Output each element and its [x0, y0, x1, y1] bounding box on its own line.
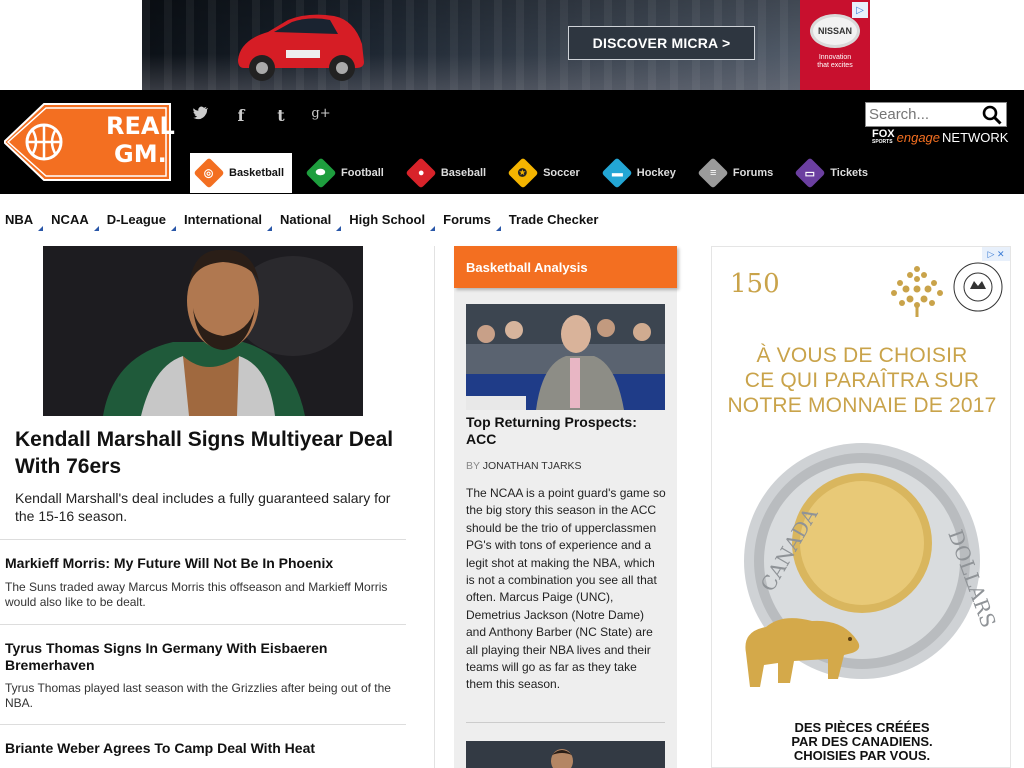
hero-image[interactable] [43, 246, 363, 416]
tumblr-icon[interactable]: t [270, 106, 292, 125]
royal-canadian-mint-seal [953, 262, 1003, 312]
network-text: NETWORK [942, 130, 1009, 145]
twitter-icon[interactable] [190, 106, 212, 125]
fox-engage-network[interactable]: FOX SPORTS engage NETWORK [872, 128, 1009, 146]
tab-label: Soccer [543, 167, 580, 179]
toonie-coin-image: CANADA DOLLARS [744, 443, 1001, 687]
tab-tickets[interactable]: ▭ Tickets [791, 153, 876, 193]
dropdown-arrow-icon [430, 225, 436, 231]
tab-label: Football [341, 167, 384, 179]
canada-150-logo: 150 [730, 269, 780, 299]
basketball-icon: ◎ [193, 157, 225, 189]
royal-canadian-mint-ad[interactable]: ▷ ✕ 150 À VOUS DE CHOISIR CE QUI PARAÎTR… [711, 246, 1011, 768]
story-item[interactable]: Markieff Morris: My Future Will Not Be I… [0, 539, 406, 625]
tab-baseball[interactable]: ● Baseball [402, 153, 494, 193]
story-title[interactable]: Tyrus Thomas Signs In Germany With Eisba… [5, 640, 395, 674]
analysis-divider [466, 722, 665, 723]
ad-footer-text: DES PIÈCES CRÉÉES PAR DES CANADIENS. CHO… [791, 720, 933, 763]
forums-icon: ≡ [697, 157, 729, 189]
coach-photo [466, 304, 665, 410]
analysis-author[interactable]: JONATHAN TJARKS [483, 460, 582, 472]
adchoices-icon[interactable]: ▷ [852, 2, 868, 18]
tab-basketball[interactable]: ◎ Basketball [190, 153, 293, 193]
soccer-icon: ✪ [507, 157, 539, 189]
story-title[interactable]: Markieff Morris: My Future Will Not Be I… [5, 555, 395, 572]
story-description: Tyrus Thomas played last season with the… [5, 681, 391, 710]
tab-label: Hockey [636, 167, 676, 179]
search-box [865, 102, 1007, 127]
tab-forums[interactable]: ≡ Forums [694, 153, 781, 193]
top-banner-ad[interactable]: DISCOVER MICRA > NISSAN Innovation that … [142, 0, 870, 90]
sub-navigation: NBA NCAA D-League International National… [0, 194, 1024, 244]
analysis-image[interactable] [466, 304, 665, 410]
ad-tagline-2: that excites [817, 62, 853, 69]
subnav-high-school[interactable]: High School [349, 212, 436, 231]
search-icon[interactable] [982, 105, 1002, 125]
tab-label: Tickets [830, 167, 868, 179]
facebook-icon[interactable]: f [230, 106, 252, 125]
ad-headline: À VOUS DE CHOISIR CE QUI PARAÎTRA SUR NO… [727, 344, 997, 417]
tab-hockey[interactable]: ▬ Hockey [598, 153, 684, 193]
tab-football[interactable]: ⬬ Football [302, 153, 392, 193]
search-input[interactable] [866, 103, 981, 126]
player-photo [43, 246, 363, 416]
tab-label: Forums [732, 167, 774, 179]
player-photo-2 [466, 741, 665, 768]
hero-title[interactable]: Kendall Marshall Signs Multiyear Deal Wi… [15, 426, 415, 480]
subnav-nba[interactable]: NBA [5, 212, 44, 231]
column-divider [434, 246, 435, 768]
analysis-title[interactable]: Top Returning Prospects: ACC [466, 414, 666, 448]
dropdown-arrow-icon [336, 225, 342, 231]
tab-label: Baseball [440, 167, 487, 179]
subnav-d-league[interactable]: D-League [107, 212, 176, 231]
story-item[interactable]: Tyrus Thomas Signs In Germany With Eisba… [0, 624, 406, 724]
sport-tabs: ◎ Basketball ⬬ Football ● Baseball ✪ Soc… [190, 153, 886, 193]
engage-text: engage [896, 130, 941, 145]
subnav-national[interactable]: National [280, 212, 342, 231]
social-links: f t g+ [190, 106, 332, 125]
hero-description: Kendall Marshall's deal includes a fully… [15, 490, 391, 524]
story-description: The Suns traded away Marcus Morris this … [5, 580, 388, 609]
nissan-logo: NISSAN [810, 14, 860, 48]
dropdown-arrow-icon [170, 225, 176, 231]
ad-tagline-1: Innovation [818, 54, 852, 61]
baseball-icon: ● [405, 157, 437, 189]
analysis-next-image[interactable] [466, 741, 665, 768]
logo-text-gm: GM. [114, 140, 167, 168]
story-item[interactable]: Briante Weber Agrees To Camp Deal With H… [0, 724, 406, 768]
analysis-body: The NCAA is a point guard's game so the … [466, 486, 666, 692]
subnav-ncaa[interactable]: NCAA [51, 212, 99, 231]
car-image [238, 14, 364, 81]
analysis-header[interactable]: Basketball Analysis [454, 246, 677, 288]
logo-text-real: REAL [106, 112, 175, 140]
google-plus-icon[interactable]: g+ [310, 106, 332, 125]
hockey-icon: ▬ [601, 157, 633, 189]
tab-label: Basketball [229, 167, 285, 179]
tab-soccer[interactable]: ✪ Soccer [504, 153, 588, 193]
basketball-analysis-panel: Basketball Analysis Top Returning Prospe… [454, 246, 677, 768]
analysis-byline: BY JONATHAN TJARKS [466, 460, 582, 472]
dropdown-arrow-icon [38, 225, 44, 231]
dropdown-arrow-icon [93, 225, 99, 231]
story-title[interactable]: Briante Weber Agrees To Camp Deal With H… [5, 740, 395, 757]
subnav-forums[interactable]: Forums [443, 212, 501, 231]
fox-sports-logo: FOX SPORTS [872, 128, 895, 146]
subnav-trade-checker[interactable]: Trade Checker [509, 212, 599, 227]
discover-micra-button[interactable]: DISCOVER MICRA > [568, 26, 755, 60]
maple-leaf-icon [891, 266, 943, 317]
tickets-icon: ▭ [794, 157, 826, 189]
subnav-international[interactable]: International [184, 212, 272, 231]
football-icon: ⬬ [305, 157, 337, 189]
dropdown-arrow-icon [266, 225, 272, 231]
dropdown-arrow-icon [495, 225, 501, 231]
